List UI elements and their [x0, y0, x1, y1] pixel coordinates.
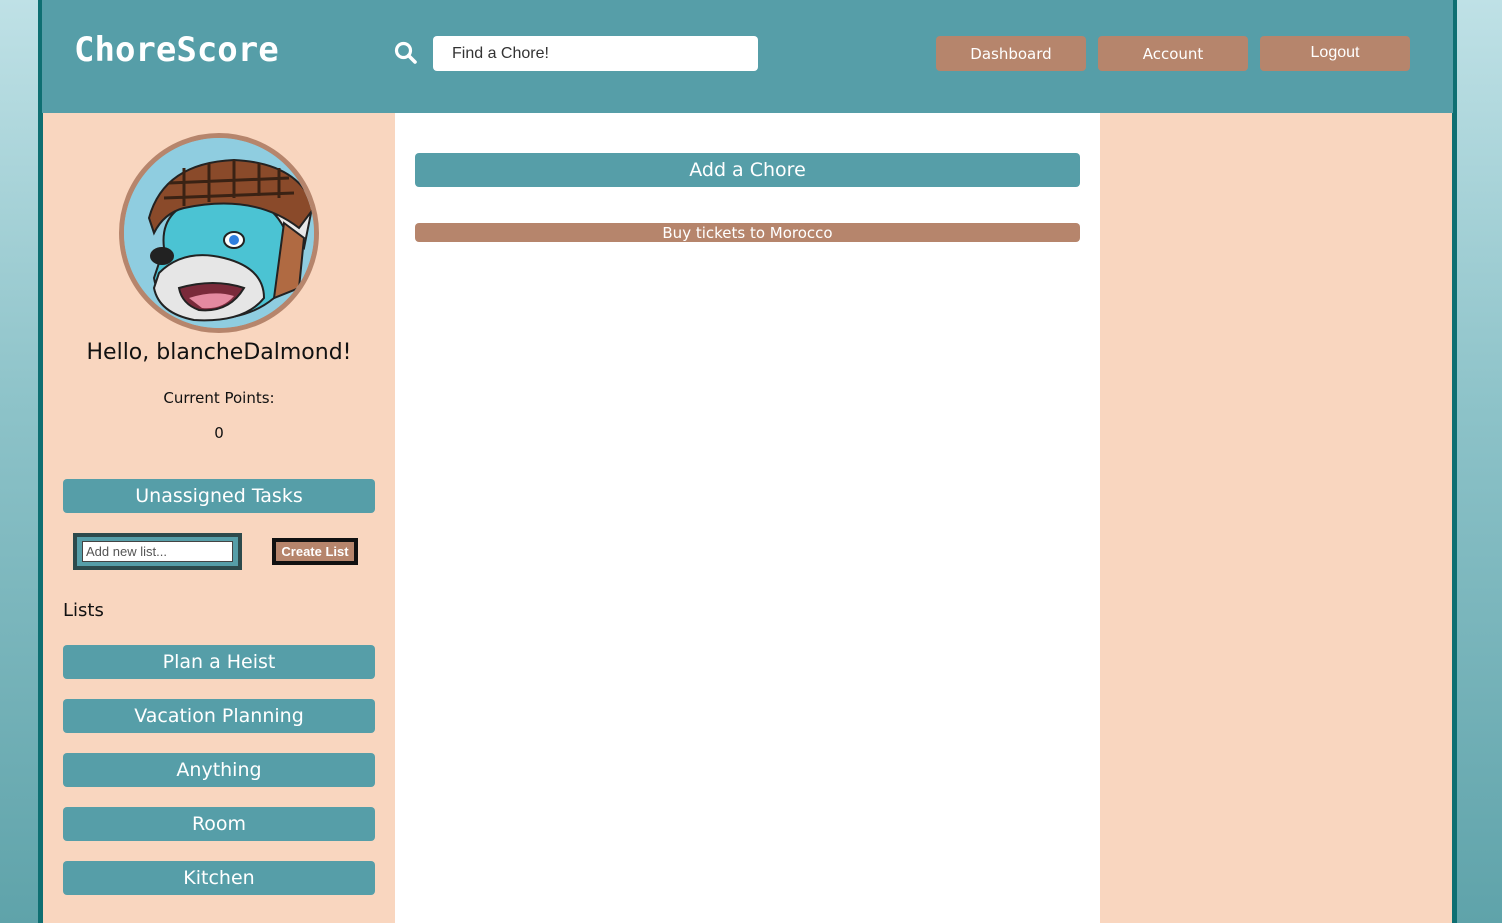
wolf-knight-avatar-icon [124, 138, 314, 328]
points-label: Current Points: [163, 389, 275, 407]
search-icon[interactable] [393, 40, 419, 66]
chore-item[interactable]: Buy tickets to Morocco [415, 223, 1080, 242]
list-item[interactable]: Room [63, 807, 375, 841]
create-list-button[interactable]: Create List [272, 538, 358, 565]
greeting-text: Hello, blancheDalmond! [86, 340, 352, 365]
search-input[interactable] [433, 36, 758, 71]
list-item[interactable]: Anything [63, 753, 375, 787]
account-button[interactable]: Account [1098, 36, 1248, 71]
list-item[interactable]: Kitchen [63, 861, 375, 895]
list-item[interactable]: Plan a Heist [63, 645, 375, 679]
list-item[interactable]: Vacation Planning [63, 699, 375, 733]
logout-button[interactable]: Logout [1260, 36, 1410, 71]
new-list-input[interactable] [82, 541, 233, 562]
app-logo[interactable]: ChoreScore [74, 30, 279, 70]
avatar [119, 133, 319, 333]
lists-heading: Lists [63, 600, 104, 621]
add-chore-button[interactable]: Add a Chore [415, 153, 1080, 187]
unassigned-tasks-button[interactable]: Unassigned Tasks [63, 479, 375, 513]
new-list-field-wrapper [73, 533, 242, 570]
points-value: 0 [214, 424, 224, 442]
right-panel [1100, 113, 1452, 923]
dashboard-button[interactable]: Dashboard [936, 36, 1086, 71]
